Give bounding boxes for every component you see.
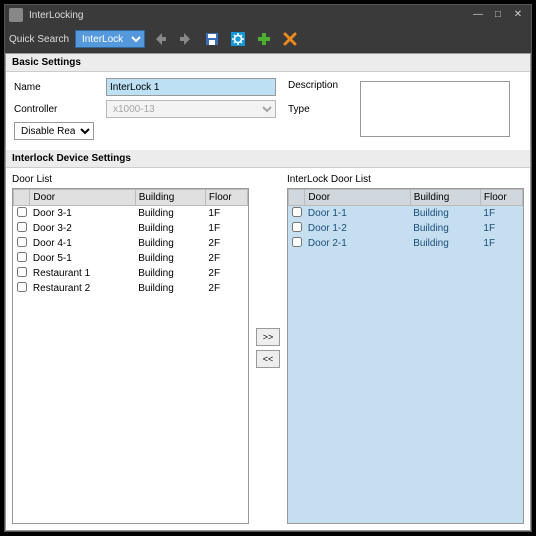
controller-label: Controller xyxy=(14,104,94,115)
table-row[interactable]: Door 3-1Building1F xyxy=(14,206,248,222)
cell-building: Building xyxy=(410,221,480,236)
transfer-buttons: >> << xyxy=(253,172,283,524)
cell-building: Building xyxy=(135,266,205,281)
cell-building: Building xyxy=(135,206,205,222)
gear-icon xyxy=(230,31,246,47)
cell-door: Door 1-2 xyxy=(305,221,410,236)
cell-floor: 1F xyxy=(205,206,247,222)
row-checkbox[interactable] xyxy=(292,207,302,217)
table-row[interactable]: Door 1-2Building1F xyxy=(289,221,523,236)
cell-floor: 2F xyxy=(205,251,247,266)
app-icon xyxy=(9,8,23,22)
save-icon xyxy=(204,31,220,47)
row-checkbox[interactable] xyxy=(17,267,27,277)
move-right-button[interactable]: >> xyxy=(256,328,280,346)
col-door[interactable]: Door xyxy=(305,190,410,206)
table-row[interactable]: Door 2-1Building1F xyxy=(289,236,523,251)
cell-door: Restaurant 1 xyxy=(30,266,135,281)
cell-building: Building xyxy=(135,221,205,236)
device-settings-panel: Door List Door Building Floor Door 3-1Bu… xyxy=(6,168,530,530)
cell-door: Door 1-1 xyxy=(305,206,410,222)
door-list-grid[interactable]: Door Building Floor Door 3-1Building1FDo… xyxy=(12,188,249,524)
x-icon xyxy=(282,31,298,47)
cell-door: Restaurant 2 xyxy=(30,281,135,296)
table-row[interactable]: Restaurant 2Building2F xyxy=(14,281,248,296)
name-label: Name xyxy=(14,82,94,93)
description-label: Description xyxy=(288,78,348,91)
col-check xyxy=(14,190,30,206)
door-list-title: Door List xyxy=(12,172,249,188)
interlock-list-panel: InterLock Door List Door Building Floor … xyxy=(287,172,524,524)
minimize-button[interactable]: — xyxy=(469,8,487,22)
table-row[interactable]: Door 1-1Building1F xyxy=(289,206,523,222)
nav-next-button[interactable] xyxy=(175,28,197,50)
cell-door: Door 2-1 xyxy=(305,236,410,251)
arrow-right-icon xyxy=(178,31,194,47)
titlebar: InterLocking — □ ✕ xyxy=(5,5,531,25)
basic-settings-header: Basic Settings xyxy=(6,54,530,72)
door-list-panel: Door List Door Building Floor Door 3-1Bu… xyxy=(12,172,249,524)
cell-building: Building xyxy=(410,206,480,222)
window-title: InterLocking xyxy=(29,10,467,21)
toolbar: Quick Search InterLock 1 xyxy=(5,25,531,53)
device-settings-header: Interlock Device Settings xyxy=(6,150,530,168)
row-checkbox[interactable] xyxy=(292,222,302,232)
table-row[interactable]: Restaurant 1Building2F xyxy=(14,266,248,281)
row-checkbox[interactable] xyxy=(17,252,27,262)
interlock-list-title: InterLock Door List xyxy=(287,172,524,188)
col-building[interactable]: Building xyxy=(135,190,205,206)
cell-building: Building xyxy=(135,236,205,251)
cell-floor: 2F xyxy=(205,281,247,296)
settings-button[interactable] xyxy=(227,28,249,50)
type-select[interactable]: Disable Reader xyxy=(14,122,94,140)
cell-floor: 1F xyxy=(480,206,522,222)
save-button[interactable] xyxy=(201,28,223,50)
name-input[interactable] xyxy=(106,78,276,96)
content-area: Basic Settings Name Description Controll… xyxy=(5,53,531,531)
table-row[interactable]: Door 3-2Building1F xyxy=(14,221,248,236)
cell-door: Door 5-1 xyxy=(30,251,135,266)
row-checkbox[interactable] xyxy=(17,282,27,292)
cell-floor: 1F xyxy=(205,221,247,236)
lists-container: Door List Door Building Floor Door 3-1Bu… xyxy=(6,168,530,530)
interlock-list-grid[interactable]: Door Building Floor Door 1-1Building1FDo… xyxy=(287,188,524,524)
cell-building: Building xyxy=(410,236,480,251)
delete-button[interactable] xyxy=(279,28,301,50)
app-window: InterLocking — □ ✕ Quick Search InterLoc… xyxy=(4,4,532,532)
cell-door: Door 4-1 xyxy=(30,236,135,251)
row-checkbox[interactable] xyxy=(292,237,302,247)
move-left-button[interactable]: << xyxy=(256,350,280,368)
description-input[interactable] xyxy=(360,81,510,137)
col-check xyxy=(289,190,305,206)
col-floor[interactable]: Floor xyxy=(205,190,247,206)
basic-settings-panel: Name Description Controller x1000-13 Typ… xyxy=(6,72,530,150)
cell-floor: 2F xyxy=(205,236,247,251)
cell-door: Door 3-1 xyxy=(30,206,135,222)
cell-floor: 2F xyxy=(205,266,247,281)
cell-door: Door 3-2 xyxy=(30,221,135,236)
nav-prev-button[interactable] xyxy=(149,28,171,50)
row-checkbox[interactable] xyxy=(17,207,27,217)
cell-building: Building xyxy=(135,251,205,266)
row-checkbox[interactable] xyxy=(17,237,27,247)
row-checkbox[interactable] xyxy=(17,222,27,232)
arrow-left-icon xyxy=(152,31,168,47)
controller-select[interactable]: x1000-13 xyxy=(106,100,276,118)
close-button[interactable]: ✕ xyxy=(509,8,527,22)
maximize-button[interactable]: □ xyxy=(489,8,507,22)
col-door[interactable]: Door xyxy=(30,190,135,206)
quick-search-label: Quick Search xyxy=(9,34,69,45)
table-row[interactable]: Door 5-1Building2F xyxy=(14,251,248,266)
col-floor[interactable]: Floor xyxy=(480,190,522,206)
quick-search-select[interactable]: InterLock 1 xyxy=(75,30,145,48)
cell-floor: 1F xyxy=(480,221,522,236)
type-label: Type xyxy=(288,104,348,115)
add-button[interactable] xyxy=(253,28,275,50)
table-row[interactable]: Door 4-1Building2F xyxy=(14,236,248,251)
cell-floor: 1F xyxy=(480,236,522,251)
plus-icon xyxy=(256,31,272,47)
cell-building: Building xyxy=(135,281,205,296)
col-building[interactable]: Building xyxy=(410,190,480,206)
